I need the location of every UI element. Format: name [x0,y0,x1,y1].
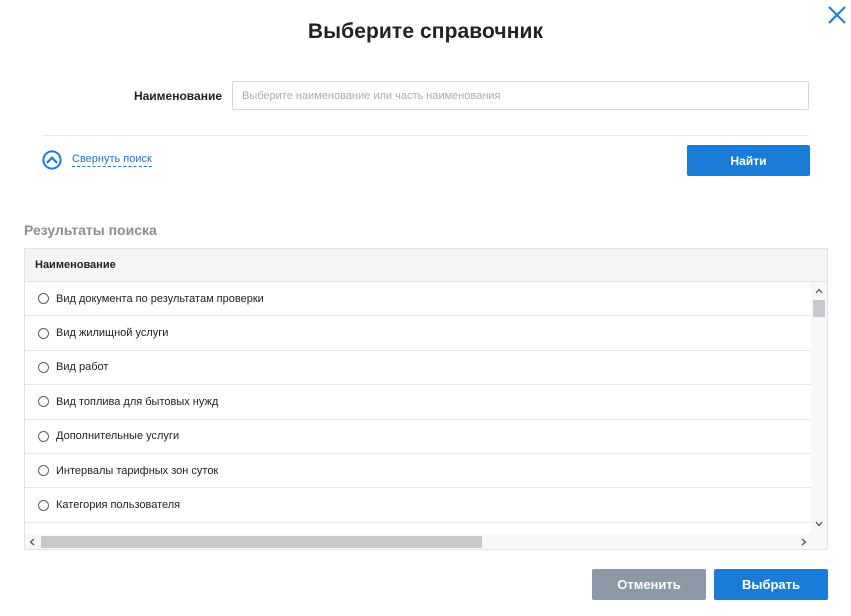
table-row[interactable]: Категория пользователя [25,488,811,523]
row-label: Дополнительные услуги [56,430,180,443]
name-field-label: Наименование [133,89,222,103]
table-row[interactable]: Вид работ [25,351,811,386]
row-label: Категория пользователя [56,499,181,512]
column-header-name[interactable]: Наименование [35,259,116,271]
name-search-input[interactable] [232,81,809,110]
results-heading: Результаты поиска [24,222,157,238]
vertical-scrollbar[interactable] [811,282,827,534]
row-radio[interactable] [38,361,49,373]
table-header: Наименование [25,249,827,282]
dialog-title: Выберите справочник [307,20,544,43]
row-radio[interactable] [38,327,49,339]
row-label: Вид работ [56,361,109,374]
search-divider [42,135,809,136]
table-row[interactable]: Вид топлива для бытовых нужд [25,385,811,420]
cancel-button[interactable]: Отменить [592,569,706,600]
row-radio[interactable] [38,396,49,408]
scroll-left-arrow-icon[interactable] [29,538,35,546]
table-row[interactable]: Дополнительные услуги [25,420,811,454]
row-radio[interactable] [38,465,49,477]
table-row[interactable]: Интервалы тарифных зон суток [25,454,811,489]
table-row[interactable]: Вид жилищной услуги [25,316,811,351]
scroll-down-arrow-icon[interactable] [815,521,823,527]
vertical-scroll-thumb[interactable] [813,300,825,317]
chevron-up-circle-icon [42,150,62,170]
table-row[interactable]: Вид документа по результатам проверки [25,282,811,317]
search-button[interactable]: Найти [687,145,810,176]
row-radio[interactable] [38,293,49,305]
row-radio[interactable] [38,430,49,442]
row-label: Вид топлива для бытовых нужд [56,395,219,408]
table-body: Вид документа по результатам проверки Ви… [25,282,811,534]
horizontal-scrollbar[interactable] [25,534,827,549]
horizontal-scroll-thumb[interactable] [41,536,482,548]
row-radio[interactable] [38,499,49,511]
results-table: Наименование Вид документа по результата… [24,248,828,550]
collapse-search-link[interactable]: Свернуть поиск [72,153,152,167]
select-button[interactable]: Выбрать [714,569,828,600]
scroll-up-arrow-icon[interactable] [815,288,823,294]
collapse-search-toggle[interactable]: Свернуть поиск [42,149,152,171]
row-label: Интервалы тарифных зон суток [56,464,219,477]
scroll-right-arrow-icon[interactable] [801,538,807,546]
row-label: Вид жилищной услуги [56,327,169,340]
row-label: Вид документа по результатам проверки [56,292,264,305]
table-row[interactable] [25,523,811,534]
select-directory-dialog: Выберите справочник Наименование Свернут… [0,0,851,616]
